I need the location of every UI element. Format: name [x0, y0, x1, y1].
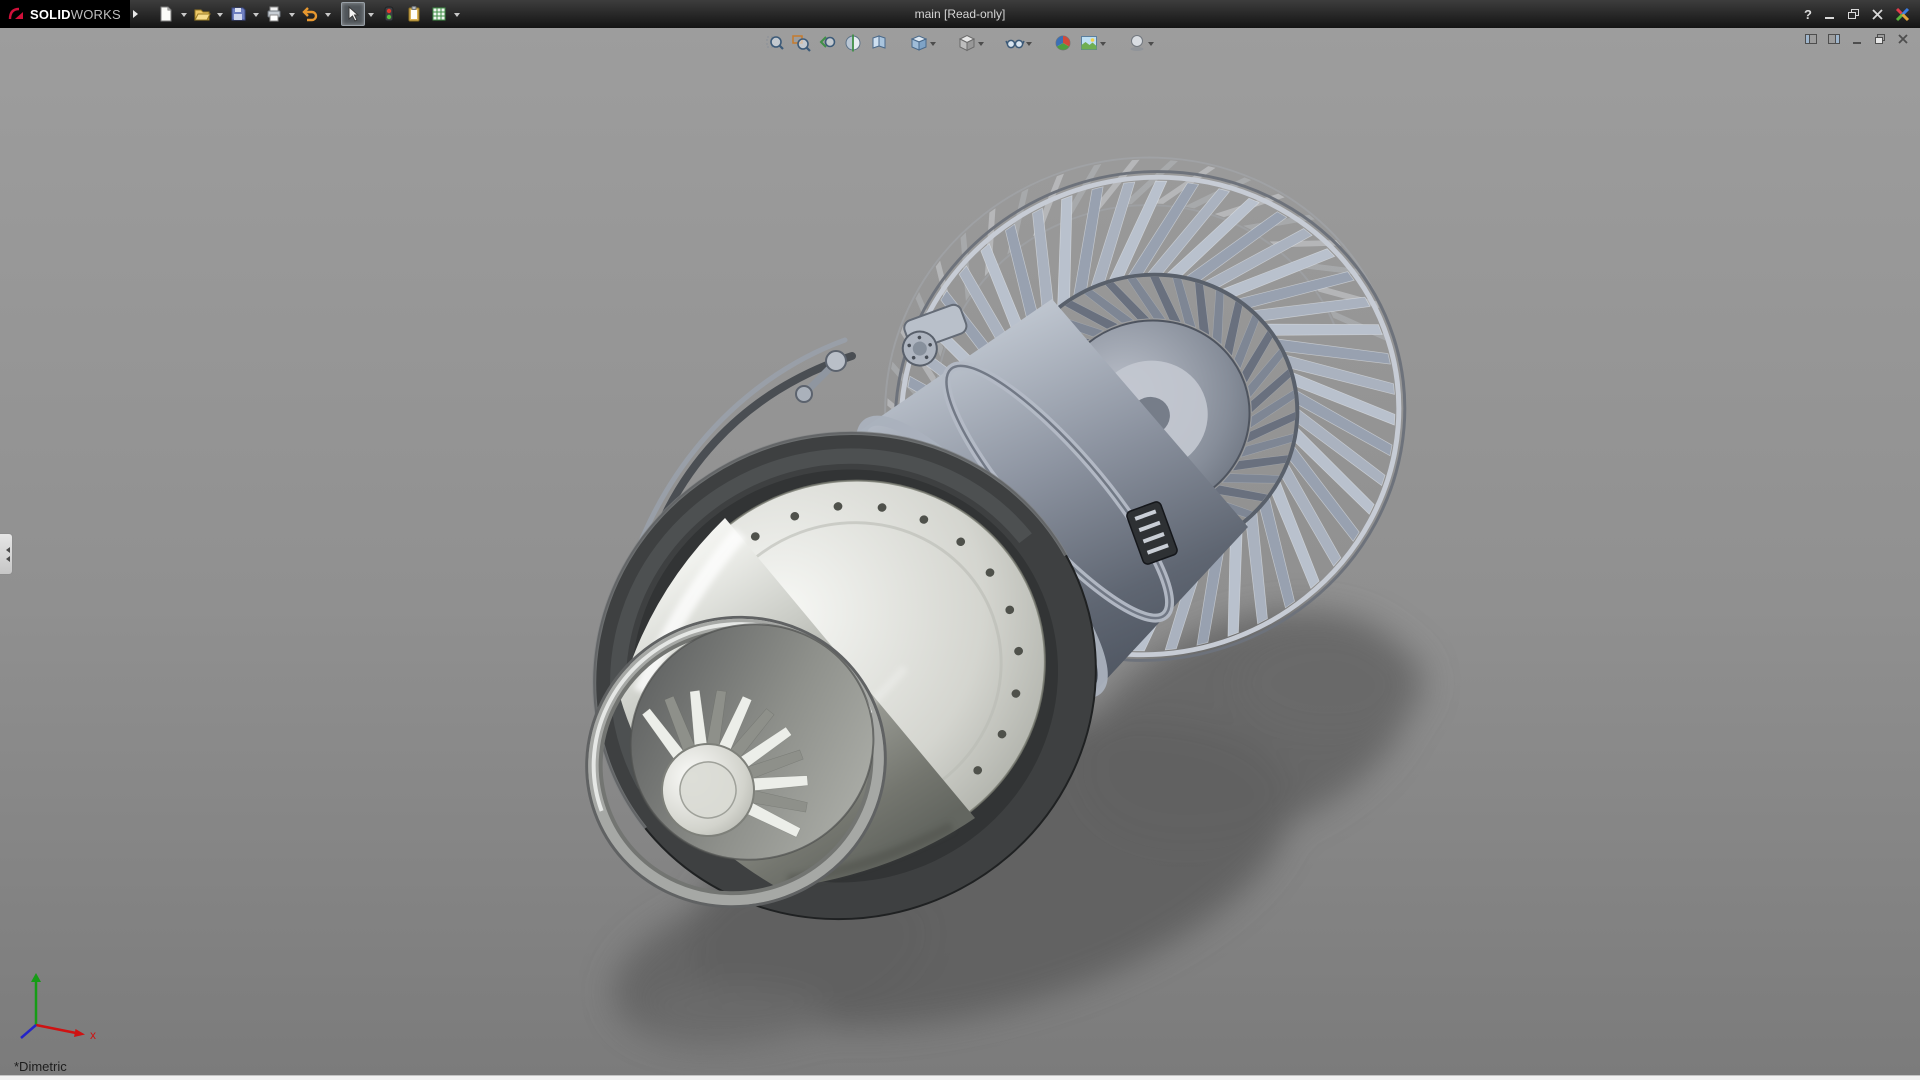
new-document-button[interactable]: [154, 2, 178, 26]
restore-icon: [1847, 8, 1860, 21]
appearance-ball-icon: [1053, 33, 1073, 53]
display-style-cube-icon: [957, 33, 977, 53]
display-style-caret[interactable]: [978, 42, 984, 49]
featuremanager-collapsed-tab[interactable]: [0, 533, 13, 575]
z-axis: [21, 1025, 36, 1038]
options-caret[interactable]: [454, 13, 460, 20]
options-button[interactable]: [427, 2, 451, 26]
view-settings-caret[interactable]: [1148, 42, 1154, 49]
x-axis-label: x: [90, 1028, 96, 1042]
orientation-triad: x: [8, 963, 103, 1053]
new-document-caret[interactable]: [181, 13, 187, 20]
open-document-button[interactable]: [190, 2, 214, 26]
y-axis-arrow: [31, 973, 41, 982]
pane-left-icon: [1804, 32, 1818, 46]
solidworks-x-icon: [1895, 7, 1910, 22]
3d-drawing-view-icon: [869, 33, 889, 53]
close-document-icon: [1896, 32, 1910, 46]
zoom-to-area-icon: [791, 33, 811, 53]
titlebar: SOLIDWORKS main [Read-only: [0, 0, 1920, 28]
section-view-icon: [843, 33, 863, 53]
file-toolbar: [154, 2, 462, 26]
view-orientation-label: *Dimetric: [14, 1059, 67, 1074]
save-icon: [229, 5, 247, 23]
close-icon: [1871, 8, 1884, 21]
undo-icon: [301, 5, 319, 23]
previous-view-icon: [817, 33, 837, 53]
graphics-area[interactable]: x *Dimetric: [0, 28, 1920, 1075]
help-button[interactable]: ?: [1804, 7, 1812, 22]
headsup-view-toolbar: [763, 31, 1157, 55]
x-axis-arrow: [74, 1029, 85, 1037]
open-folder-icon: [193, 5, 211, 23]
rebuild-traffic-light-icon: [380, 5, 398, 23]
select-tool-button[interactable]: [341, 2, 365, 26]
view-settings-button[interactable]: [1125, 31, 1157, 55]
jet-engine-model[interactable]: [0, 28, 1920, 1075]
scene-icon: [1079, 33, 1099, 53]
zoom-to-area-button[interactable]: [789, 31, 813, 55]
view-orientation-caret[interactable]: [930, 42, 936, 49]
window-title: main [Read-only]: [915, 7, 1006, 21]
apply-scene-button[interactable]: [1077, 31, 1109, 55]
eyeglasses-icon: [1005, 33, 1025, 53]
menu-expand-caret[interactable]: [133, 10, 142, 18]
file-properties-icon: [405, 5, 423, 23]
new-document-icon: [157, 5, 175, 23]
restore-button[interactable]: [1847, 8, 1860, 21]
minimize-icon: [1823, 8, 1836, 21]
pane-right-icon: [1827, 32, 1841, 46]
previous-view-button[interactable]: [815, 31, 839, 55]
undo-button[interactable]: [298, 2, 322, 26]
apply-scene-caret[interactable]: [1100, 42, 1106, 49]
open-document-caret[interactable]: [217, 13, 223, 20]
view-orientation-button[interactable]: [907, 31, 939, 55]
close-button[interactable]: [1871, 8, 1884, 21]
window-controls: ?: [1804, 7, 1920, 22]
rebuild-button[interactable]: [377, 2, 401, 26]
print-caret[interactable]: [289, 13, 295, 20]
view-orientation-cube-icon: [909, 33, 929, 53]
solidworks-logo[interactable]: SOLIDWORKS: [0, 0, 130, 28]
display-style-button[interactable]: [955, 31, 987, 55]
minimize-document-icon: [1850, 32, 1864, 46]
view-settings-icon: [1127, 33, 1147, 53]
save-button[interactable]: [226, 2, 250, 26]
zoom-to-fit-icon: [765, 33, 785, 53]
solidworks-x-logo: [1895, 7, 1910, 22]
section-view-button[interactable]: [841, 31, 865, 55]
brand-text: SOLIDWORKS: [30, 7, 121, 22]
restore-document-icon: [1873, 32, 1887, 46]
hide-show-items-caret[interactable]: [1026, 42, 1032, 49]
minimize-document-button[interactable]: [1850, 32, 1864, 51]
select-cursor-icon: [344, 5, 362, 23]
print-icon: [265, 5, 283, 23]
file-properties-button[interactable]: [402, 2, 426, 26]
restore-document-button[interactable]: [1873, 32, 1887, 51]
print-button[interactable]: [262, 2, 286, 26]
edit-appearance-button[interactable]: [1051, 31, 1075, 55]
close-document-button[interactable]: [1896, 32, 1910, 51]
status-bar-strip: [0, 1075, 1920, 1080]
select-tool-caret[interactable]: [368, 13, 374, 20]
3d-drawing-view-button[interactable]: [867, 31, 891, 55]
save-caret[interactable]: [253, 13, 259, 20]
hide-show-items-button[interactable]: [1003, 31, 1035, 55]
options-grid-icon: [430, 5, 448, 23]
document-window-controls: [1804, 32, 1910, 51]
undo-caret[interactable]: [325, 13, 331, 20]
pane-collapse-left-button[interactable]: [1804, 32, 1818, 51]
dassault-systemes-icon: [7, 6, 25, 22]
minimize-button[interactable]: [1823, 8, 1836, 21]
zoom-to-fit-button[interactable]: [763, 31, 787, 55]
pane-collapse-right-button[interactable]: [1827, 32, 1841, 51]
